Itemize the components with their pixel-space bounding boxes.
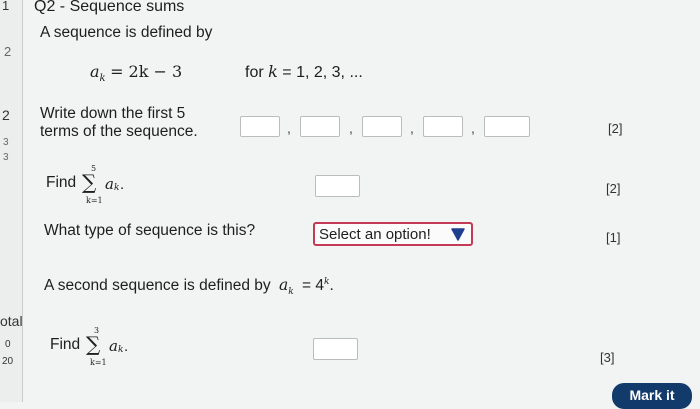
nav-number[interactable]: 3 [3,137,9,148]
sum2-answer-input[interactable] [313,338,358,360]
part2-marks: [2] [606,181,621,196]
mark-it-button[interactable]: Mark it [612,383,692,409]
part1-line1: Write down the first 5 [40,105,186,122]
score-value: 0 [5,339,11,350]
sum-term-sub: k [114,183,120,193]
term-2-input[interactable] [300,116,340,137]
part1-line2: terms of the sequence. [40,123,198,140]
sum-lower: k=1 [86,196,103,205]
nav-number[interactable]: 2 [4,44,11,59]
part3-question: What type of sequence is this? [44,222,256,239]
sigma-symbol: ∑ [86,332,101,356]
part5-marks: [3] [600,350,615,365]
sum-term: a [105,175,114,193]
term-3-input[interactable] [362,116,402,137]
sequence-formula: ak = 2k − 3 [90,62,183,85]
part3-marks: [1] [606,230,621,245]
total-label: otal [0,313,23,329]
second-sequence-intro: A second sequence is defined by ak = 4k. [44,276,334,298]
part5-find: Find [50,336,81,353]
intro-text: A sequence is defined by [40,24,213,41]
question-title: Q2 - Sequence sums [34,0,185,15]
sum-answer-input[interactable] [315,175,360,197]
term-1-input[interactable] [240,116,280,137]
sequence-domain: for k = 1, 2, 3, ... [245,62,363,81]
sum-term: a [109,337,118,355]
term-4-input[interactable] [423,116,463,137]
dropdown-arrow-icon [451,228,465,241]
part2-find: Find [46,174,77,191]
nav-number[interactable]: 2 [2,107,10,123]
sequence-type-select[interactable]: Select an option! [313,222,473,246]
question-nav-strip [0,0,23,402]
nav-number[interactable]: 3 [3,152,9,163]
part1-marks: [2] [608,121,623,136]
sum-term-sub: k [118,345,124,355]
max-score: 20 [2,356,14,367]
nav-number[interactable]: 1 [2,0,9,13]
sigma-symbol: ∑ [82,170,97,194]
sum-lower: k=1 [90,358,107,367]
term-5-input[interactable] [484,116,530,137]
